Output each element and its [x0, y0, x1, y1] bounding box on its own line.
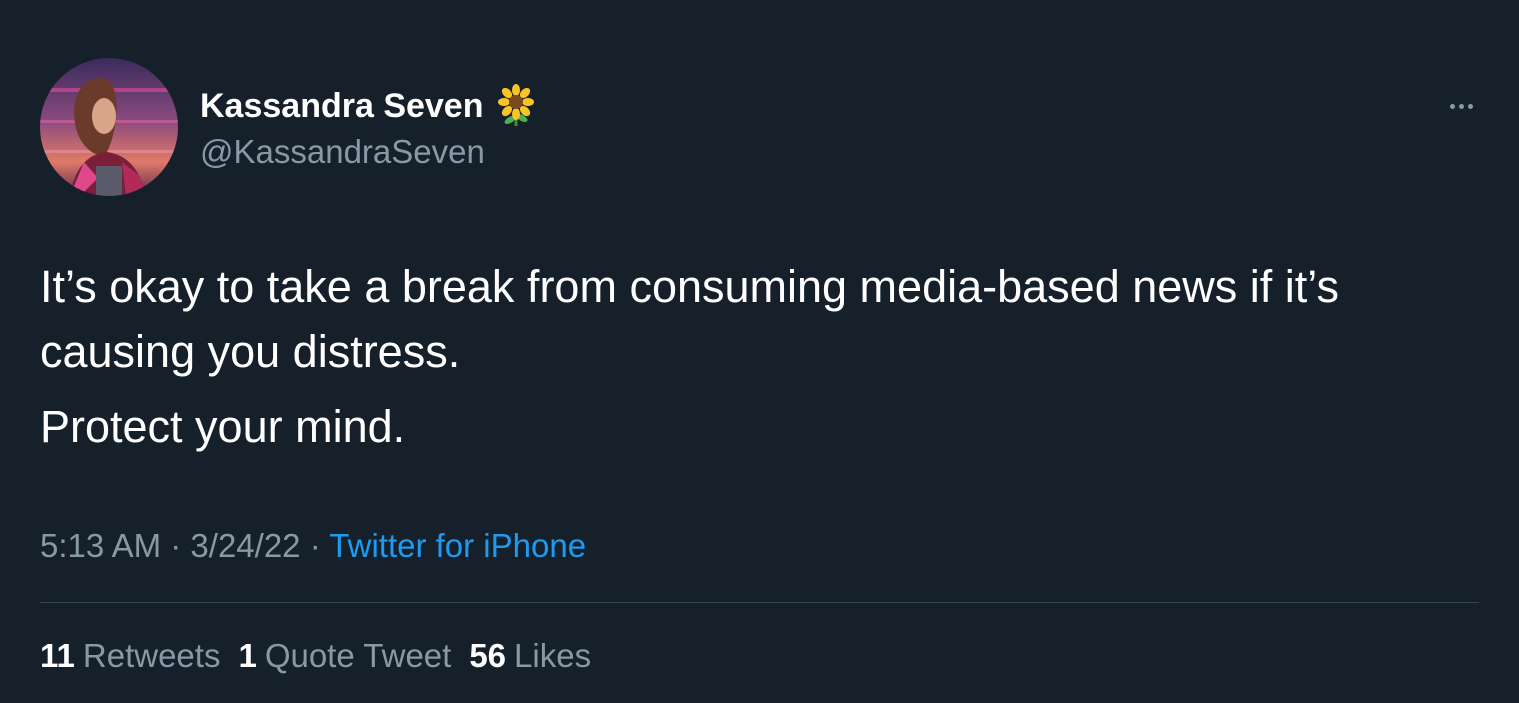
more-options-button[interactable]: [1438, 88, 1484, 124]
retweets-label: Retweets: [82, 637, 221, 674]
avatar[interactable]: [40, 58, 178, 196]
tweet-paragraph: Protect your mind.: [40, 401, 406, 452]
tweet-date[interactable]: 3/24/22: [190, 527, 300, 564]
likes-stat[interactable]: 56 Likes: [469, 634, 591, 678]
tweet-detail: Kassandra Seven @KassandraSeven It’s oka…: [0, 0, 1519, 703]
likes-label: Likes: [514, 637, 592, 674]
tweet-stats: 11 Retweets 1 Quote Tweet 56 Likes: [40, 634, 591, 678]
likes-count: 56: [469, 637, 507, 674]
meta-separator: ·: [309, 527, 321, 564]
quote-tweets-stat[interactable]: 1 Quote Tweet: [238, 634, 451, 678]
author-name[interactable]: Kassandra Seven: [200, 84, 536, 128]
author-handle[interactable]: @KassandraSeven: [200, 132, 485, 172]
divider: [40, 602, 1479, 603]
quote-tweets-label: Quote Tweet: [264, 637, 452, 674]
sunflower-icon: [496, 84, 536, 128]
author-name-text[interactable]: Kassandra Seven: [200, 86, 484, 126]
meta-separator: ·: [170, 527, 182, 564]
retweets-stat[interactable]: 11 Retweets: [40, 634, 220, 678]
retweets-count: 11: [40, 637, 75, 674]
tweet-meta: 5:13 AM · 3/24/22 · Twitter for iPhone: [40, 524, 586, 568]
tweet-text: It’s okay to take a break from consuming…: [40, 254, 1480, 459]
tweet-paragraph: It’s okay to take a break from consuming…: [40, 261, 1339, 377]
more-icon: [1449, 103, 1473, 109]
tweet-source-link[interactable]: Twitter for iPhone: [329, 527, 586, 564]
quote-tweets-count: 1: [238, 637, 257, 674]
tweet-time[interactable]: 5:13 AM: [40, 527, 161, 564]
